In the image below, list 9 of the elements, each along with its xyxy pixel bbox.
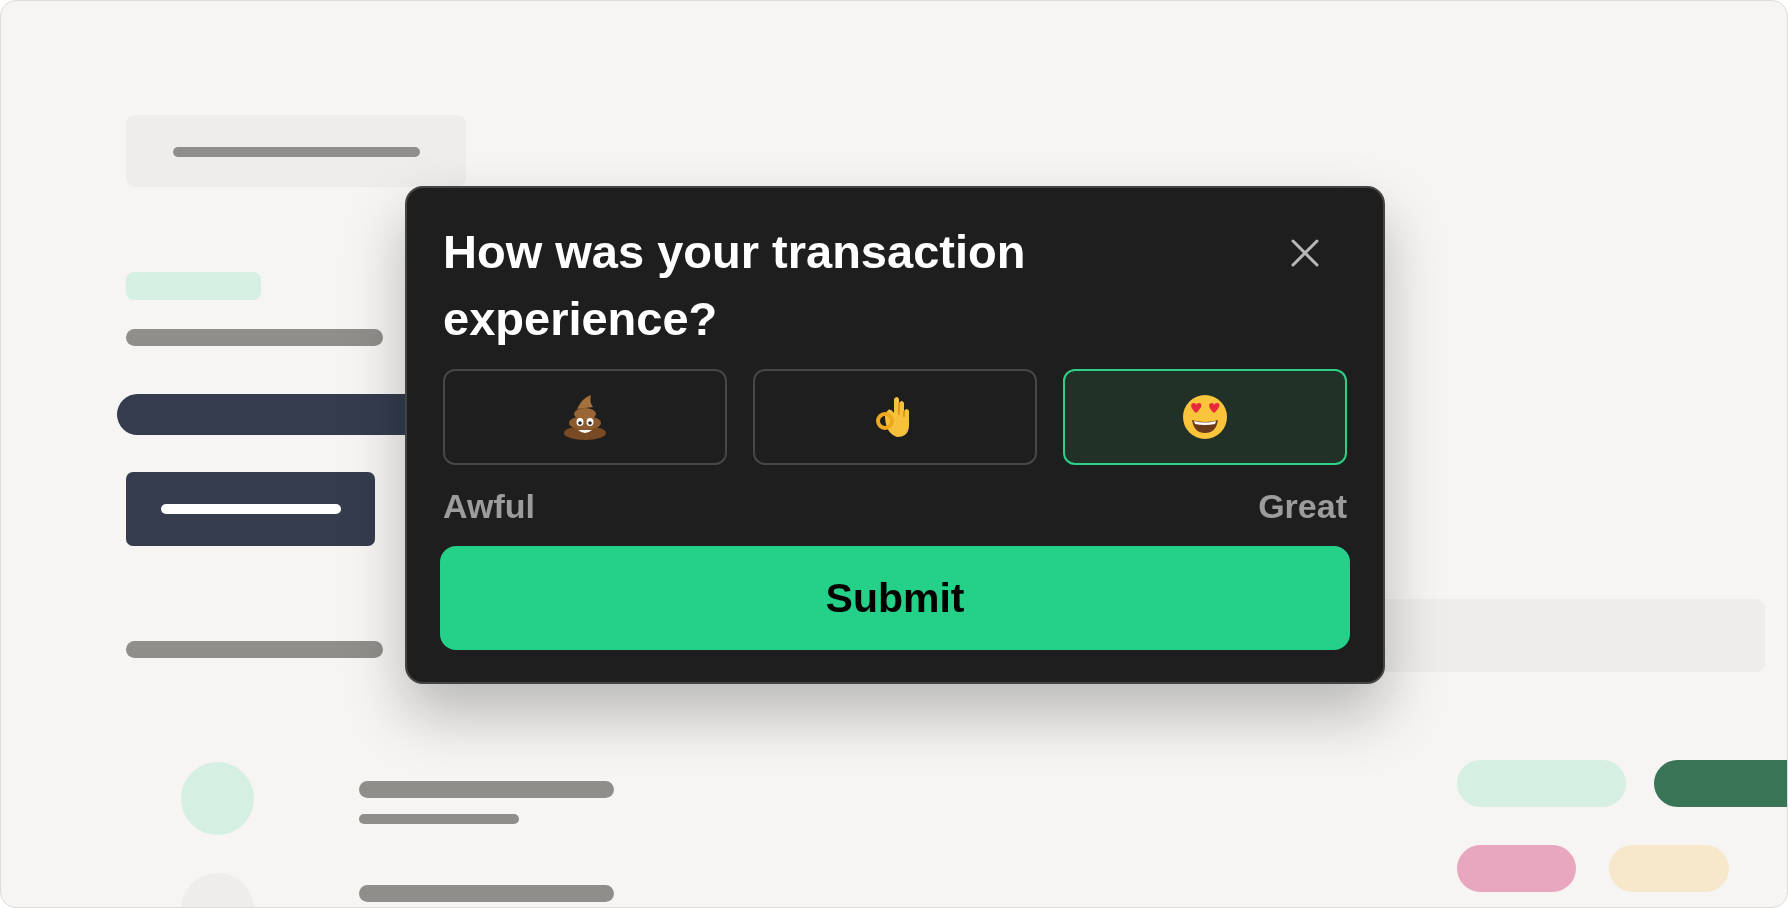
scale-label: Awful: [443, 487, 535, 526]
dialog-title: How was your transaction experience?: [443, 224, 1027, 347]
heart-eyes-emoji-icon: [1181, 393, 1229, 441]
rating-option[interactable]: [1063, 369, 1347, 465]
close-icon[interactable]: [1290, 238, 1320, 268]
scale-label: Great: [1258, 487, 1347, 526]
submit-button[interactable]: Submit: [440, 546, 1350, 650]
rating-option[interactable]: [753, 369, 1037, 465]
poop-icon: [561, 393, 609, 441]
